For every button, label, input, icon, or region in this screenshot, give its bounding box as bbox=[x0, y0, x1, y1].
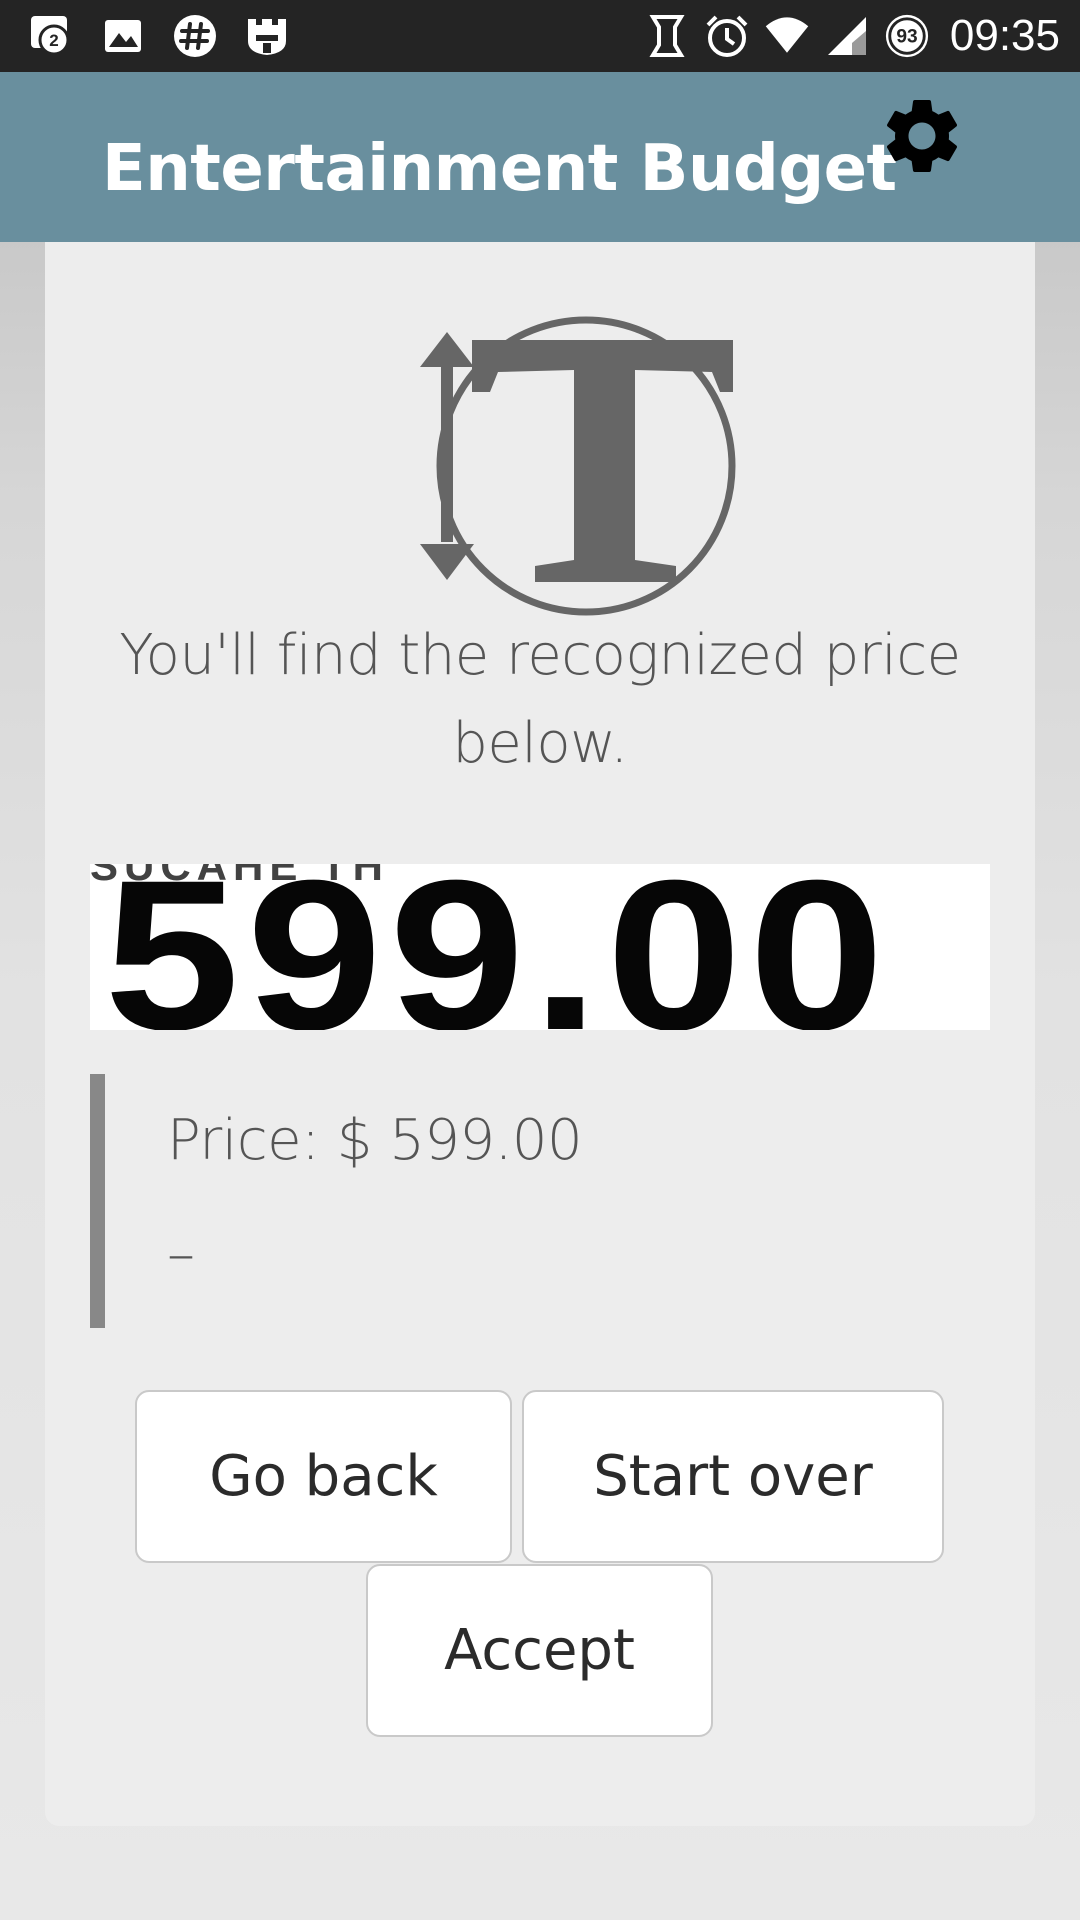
castle-app-icon bbox=[244, 13, 290, 59]
page-title: Entertainment Budget bbox=[102, 132, 897, 206]
nfc-icon bbox=[644, 13, 690, 59]
status-bar-right-icons: 93 09:35 bbox=[644, 10, 1060, 62]
battery-icon: 93 bbox=[884, 13, 930, 59]
start-over-button[interactable]: Start over bbox=[522, 1390, 944, 1563]
hash-app-icon bbox=[172, 13, 218, 59]
price-text: Price: $ 599.00 bbox=[167, 1108, 583, 1173]
status-bar: 2 93 09:35 bbox=[0, 0, 1080, 72]
recognized-price-image: SUCAHE TH 599.00 bbox=[90, 864, 990, 1030]
go-back-button[interactable]: Go back bbox=[135, 1390, 512, 1563]
gear-icon bbox=[886, 100, 958, 172]
status-bar-left-icons: 2 bbox=[28, 12, 290, 60]
notification-count: 2 bbox=[49, 31, 58, 50]
secondary-text: – bbox=[167, 1222, 195, 1287]
content-card: You'll find the recognized price below. … bbox=[45, 242, 1035, 1826]
alarm-icon bbox=[704, 13, 750, 59]
chat-notification-icon: 2 bbox=[28, 13, 74, 59]
instruction-message: You'll find the recognized price below. bbox=[119, 623, 961, 776]
price-blockquote: Price: $ 599.00 – bbox=[90, 1074, 990, 1328]
clock: 09:35 bbox=[949, 11, 1060, 60]
wifi-icon bbox=[764, 13, 810, 59]
app-logo bbox=[390, 312, 740, 622]
recognized-image-number: 599.00 bbox=[104, 864, 892, 1030]
battery-level: 93 bbox=[896, 27, 917, 48]
signal-icon bbox=[824, 13, 870, 59]
accept-button[interactable]: Accept bbox=[366, 1564, 713, 1737]
image-icon bbox=[100, 13, 146, 59]
settings-button[interactable] bbox=[874, 88, 970, 184]
app-bar: Entertainment Budget bbox=[0, 72, 1080, 242]
